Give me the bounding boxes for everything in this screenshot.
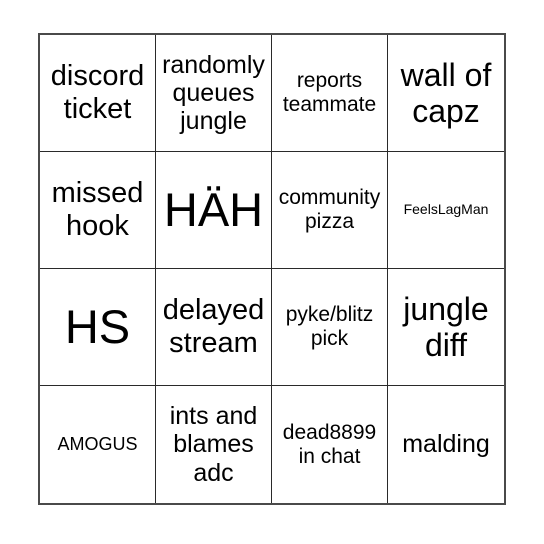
bingo-cell[interactable]: AMOGUS — [40, 386, 156, 503]
bingo-cell[interactable]: HÄH — [156, 152, 272, 269]
bingo-cell[interactable]: FeelsLagMan — [388, 152, 504, 269]
bingo-cell[interactable]: community pizza — [272, 152, 388, 269]
bingo-cell[interactable]: pyke/blitz pick — [272, 269, 388, 386]
bingo-cell[interactable]: missed hook — [40, 152, 156, 269]
bingo-cell[interactable]: ints and blames adc — [156, 386, 272, 503]
bingo-cell[interactable]: wall of capz — [388, 35, 504, 152]
bingo-cell[interactable]: reports teammate — [272, 35, 388, 152]
bingo-card: discord ticket randomly queues jungle re… — [38, 33, 506, 505]
bingo-cell[interactable]: dead8899 in chat — [272, 386, 388, 503]
bingo-cell[interactable]: HS — [40, 269, 156, 386]
bingo-cell[interactable]: delayed stream — [156, 269, 272, 386]
bingo-cell[interactable]: discord ticket — [40, 35, 156, 152]
bingo-cell[interactable]: malding — [388, 386, 504, 503]
bingo-cell[interactable]: randomly queues jungle — [156, 35, 272, 152]
bingo-cell[interactable]: jungle diff — [388, 269, 504, 386]
